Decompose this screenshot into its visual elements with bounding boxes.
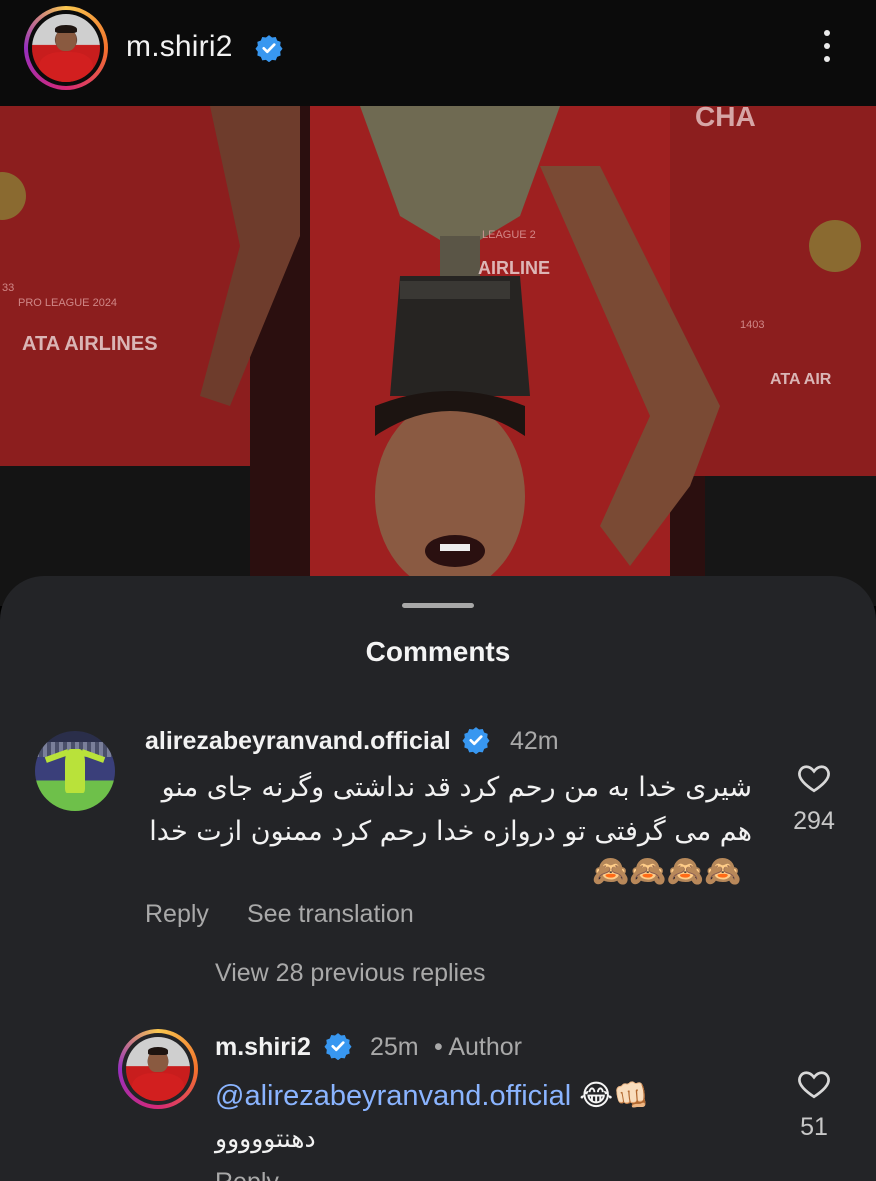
avatar bbox=[126, 1037, 190, 1101]
like-heart-icon[interactable] bbox=[795, 1066, 833, 1102]
photo-text-airline: AIRLINE bbox=[478, 258, 550, 278]
like-count: 294 bbox=[793, 807, 835, 835]
author-label: • Author bbox=[434, 1033, 522, 1061]
mention-link[interactable]: @alirezabeyranvand.official bbox=[215, 1080, 571, 1112]
avatar[interactable] bbox=[35, 731, 115, 811]
see-translation-button[interactable]: See translation bbox=[247, 900, 414, 929]
reply-first-line: @alirezabeyranvand.official 😂👊🏻 bbox=[215, 1078, 649, 1113]
comment-text-line-2: هم می گرفتی تو دروازه خدا رحم کرد ممنون … bbox=[149, 816, 752, 847]
photo-text-ata-airlines: ATA AIRLINES bbox=[22, 333, 158, 355]
verified-badge-icon bbox=[324, 1032, 352, 1061]
story-ring-avatar[interactable] bbox=[24, 6, 108, 90]
photo-text-33: 33 bbox=[2, 282, 14, 294]
post-author-username[interactable]: m.shiri2 bbox=[126, 30, 233, 64]
story-ring-avatar[interactable] bbox=[118, 1029, 198, 1109]
verified-badge-icon bbox=[255, 34, 283, 63]
reply-emojis: 😂👊🏻 bbox=[579, 1080, 650, 1112]
verified-badge-icon bbox=[462, 726, 490, 755]
comment-username[interactable]: alirezabeyranvand.official bbox=[145, 727, 451, 756]
reply-button[interactable]: Reply bbox=[145, 900, 209, 929]
comments-sheet: Comments alirezabeyranvand.official 42m … bbox=[0, 576, 876, 1181]
photo-text-year: 1403 bbox=[740, 319, 764, 331]
comment-timestamp: 42m bbox=[510, 727, 559, 755]
reply-button[interactable]: Reply bbox=[215, 1168, 279, 1181]
view-previous-replies-button[interactable]: View 28 previous replies bbox=[215, 959, 486, 988]
photo-text-league: LEAGUE 2 bbox=[482, 229, 536, 241]
post-header: m.shiri2 bbox=[0, 0, 876, 106]
drag-handle[interactable] bbox=[402, 603, 474, 608]
photo-text-ata-air: ATA AIR bbox=[770, 371, 832, 388]
like-heart-icon[interactable] bbox=[795, 760, 833, 796]
reply-timestamp: 25m bbox=[370, 1033, 419, 1061]
avatar bbox=[32, 14, 100, 82]
sheet-title: Comments bbox=[365, 636, 511, 667]
more-vertical-icon[interactable] bbox=[820, 30, 834, 66]
photo-text-cha: CHA bbox=[695, 106, 756, 132]
reply-username[interactable]: m.shiri2 bbox=[215, 1033, 311, 1062]
photo-text-proleague: PRO LEAGUE 2024 bbox=[18, 297, 117, 309]
comment-text-line-1: شیری خدا به من رحم کرد قد نداشتی وگرنه ج… bbox=[161, 772, 752, 803]
reply-text: دهنتووووو bbox=[215, 1124, 316, 1153]
comment-emojis: 🙈🙈🙈🙈 bbox=[592, 855, 742, 888]
post-photo: CHA LEAGUE 2 AIRLINE PRO LEAGUE 2024 ATA… bbox=[0, 106, 876, 606]
like-count: 51 bbox=[800, 1113, 828, 1141]
